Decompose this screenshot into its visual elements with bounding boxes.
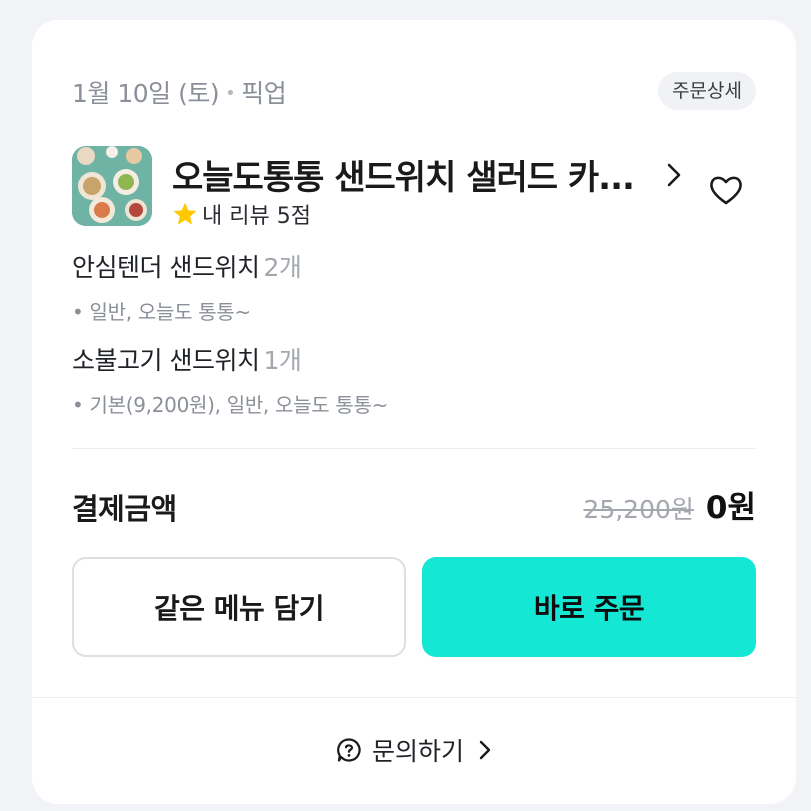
order-now-button[interactable]: 바로 주문: [422, 557, 756, 657]
store-name: 오늘도통통 샌드위치 샐러드 카...: [172, 158, 634, 198]
review-label: 내 리뷰 5점: [202, 204, 311, 229]
heart-icon[interactable]: [706, 170, 746, 210]
final-price: 0원: [705, 490, 756, 526]
add-same-menu-button[interactable]: 같은 메뉴 담기: [72, 557, 406, 657]
list-item: 소불고기 샌드위치 1개 • 기본(9,200원), 일반, 오늘도 통통~: [72, 341, 388, 418]
divider: [32, 697, 796, 698]
menu-options: • 일반, 오늘도 통통~: [72, 300, 251, 324]
star-icon: [173, 202, 197, 225]
order-detail-button[interactable]: 주문상세: [658, 72, 756, 110]
inquiry-label: 문의하기: [371, 737, 464, 766]
menu-quantity: 1개: [263, 346, 302, 375]
chevron-right-icon: [667, 163, 681, 186]
chevron-right-icon: [479, 740, 491, 760]
my-review: 내 리뷰 5점: [172, 198, 311, 230]
menu-name: 안심텐더 샌드위치: [72, 253, 260, 282]
separator-dot: •: [225, 83, 236, 104]
divider: [72, 448, 756, 449]
order-type: 픽업: [241, 79, 287, 108]
inquiry-button[interactable]: 문의하기: [32, 732, 796, 768]
menu-name: 소불고기 샌드위치: [72, 346, 260, 375]
order-date-line: 1월 10일 (토) • 픽업: [72, 74, 287, 110]
store-name-link[interactable]: 오늘도통통 샌드위치 샐러드 카...: [172, 150, 692, 199]
list-item: 안심텐더 샌드위치 2개 • 일반, 오늘도 통통~: [72, 248, 302, 325]
store-thumbnail[interactable]: [72, 146, 152, 226]
menu-quantity: 2개: [263, 253, 302, 282]
order-card: 1월 10일 (토)•픽업 주문상세 오늘도통통 샌드위치 샐러드 카...: [32, 20, 796, 804]
menu-options: • 기본(9,200원), 일반, 오늘도 통통~: [72, 393, 389, 417]
payment-label: 결제금액: [72, 492, 177, 526]
original-price: 25,200원: [583, 495, 694, 524]
payment-amount: 25,200원 0원: [583, 482, 756, 527]
order-date: 1월 10일 (토): [72, 79, 220, 108]
question-bubble-icon: [337, 738, 361, 762]
